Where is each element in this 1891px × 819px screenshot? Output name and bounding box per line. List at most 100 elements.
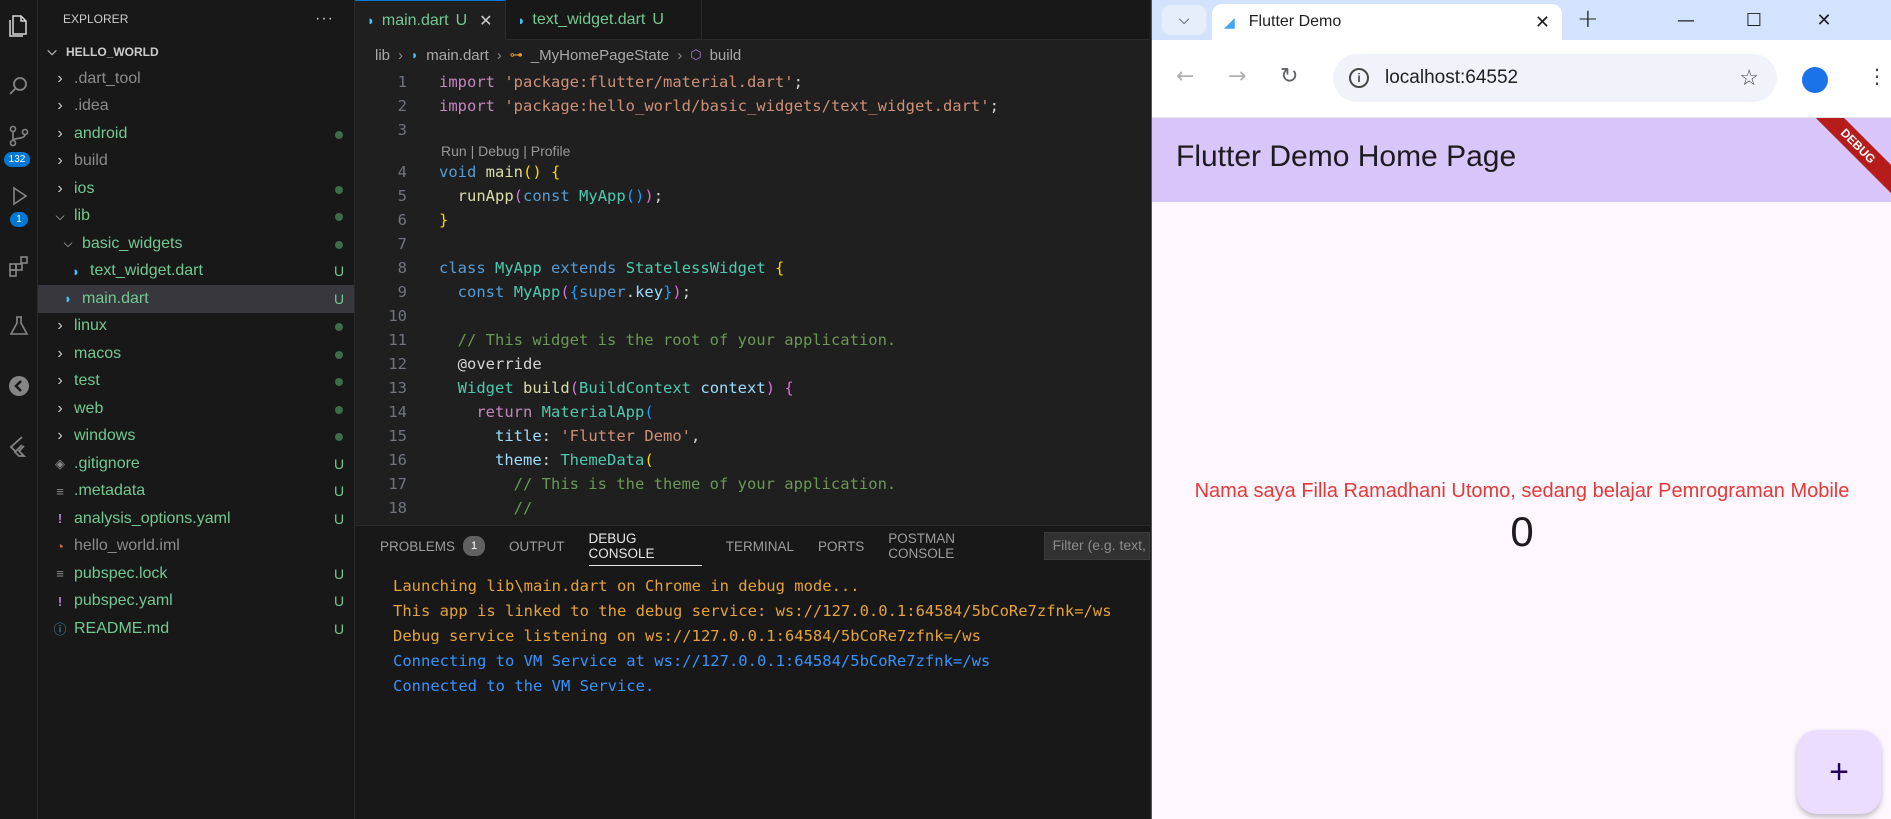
flutter-app-body: Nama saya Filla Ramadhani Utomo, sedang … (1152, 202, 1891, 819)
back-arrow-icon[interactable]: ← (1176, 64, 1194, 89)
tab-main-dart[interactable]: ◗ main.dart U ✕ (355, 0, 506, 40)
tab-output[interactable]: OUTPUT (509, 526, 565, 566)
tab-search-chevron-icon[interactable]: ⌵ (1162, 5, 1206, 35)
tree-file[interactable]: ◔ hello_world.iml (38, 533, 354, 561)
tree-item-label: analysis_options.yaml (74, 509, 231, 527)
tree-folder[interactable]: › web (38, 395, 354, 423)
tree-folder[interactable]: › .idea (38, 93, 354, 121)
tree-folder[interactable]: › test (38, 368, 354, 396)
tree-file[interactable]: ≡ pubspec.lock U (38, 560, 354, 588)
tree-folder[interactable]: › build (38, 148, 354, 176)
tree-folder[interactable]: ⌵ basic_widgets (38, 230, 354, 258)
chevron-right-icon: › (57, 372, 63, 390)
workspace-root-label: HELLO_WORLD (66, 44, 159, 59)
tab-ports[interactable]: PORTS (818, 526, 864, 566)
git-status-badge: U (333, 510, 345, 527)
tree-file[interactable]: ⓘ README.md U (38, 615, 354, 643)
flutter-favicon-icon: ◢ (1224, 13, 1235, 30)
address-url: localhost:64552 (1385, 67, 1519, 88)
minimize-icon[interactable]: — (1652, 0, 1720, 40)
editor-tabs: ◗ main.dart U ✕ ◗ text_widget.dart U ✕ (355, 0, 1150, 40)
profile-avatar-icon[interactable] (1802, 67, 1828, 93)
status-dot-icon (335, 433, 343, 442)
tree-file[interactable]: ◈ .gitignore U (38, 450, 354, 478)
tree-file[interactable]: ≡ .metadata U (38, 478, 354, 506)
maximize-icon[interactable]: ☐ (1720, 0, 1788, 40)
code-editor[interactable]: 1 import 'package:flutter/material.dart';… (355, 70, 1150, 520)
tree-item-label: web (74, 399, 104, 417)
site-info-icon[interactable]: i (1349, 68, 1369, 88)
chevron-right-icon: › (57, 344, 63, 362)
chevron-right-icon: › (57, 97, 63, 115)
source-control-icon[interactable] (0, 116, 38, 156)
browser-menu-kebab-icon[interactable]: ⋮ (1867, 64, 1887, 88)
breadcrumb-item[interactable]: main.dart (426, 47, 489, 64)
reload-icon[interactable]: ↻ (1280, 64, 1298, 89)
tree-folder[interactable]: › windows (38, 423, 354, 451)
browser-tab-title: Flutter Demo (1248, 13, 1342, 30)
tab-text-widget-dart[interactable]: ◗ text_widget.dart U ✕ (506, 0, 703, 40)
increment-fab-button[interactable]: + (1797, 730, 1881, 814)
workspace-root[interactable]: ⌵ HELLO_WORLD (38, 38, 354, 65)
address-bar[interactable]: i localhost:64552 ☆ (1333, 54, 1777, 102)
tree-item-label: android (74, 124, 128, 142)
close-tab-icon[interactable]: ✕ (479, 11, 492, 31)
tab-label: text_widget.dart (532, 11, 646, 28)
tab-postman-console[interactable]: POSTMAN CONSOLE (888, 526, 1019, 566)
tree-file[interactable]: ◗ main.dart U (38, 285, 354, 313)
extensions-icon[interactable] (0, 246, 38, 286)
tree-file[interactable]: ◗ text_widget.dart U (38, 258, 354, 286)
testing-flask-icon[interactable] (0, 306, 38, 346)
new-tab-plus-icon[interactable]: + (1577, 4, 1599, 34)
tree-file[interactable]: ! analysis_options.yaml U (38, 505, 354, 533)
tab-modified-badge: U (455, 11, 468, 29)
status-dot-icon (335, 240, 343, 249)
breadcrumb-item[interactable]: build (710, 47, 742, 64)
tab-terminal[interactable]: TERMINAL (726, 526, 794, 566)
tab-problems[interactable]: PROBLEMS 1 (380, 526, 486, 566)
tree-folder[interactable]: › macos (38, 340, 354, 368)
search-icon[interactable] (0, 66, 38, 106)
tab-label: OUTPUT (509, 538, 565, 554)
tree-item-label: windows (74, 427, 136, 445)
tree-folder[interactable]: › .dart_tool (38, 65, 354, 93)
close-window-icon[interactable]: ✕ (1790, 0, 1858, 40)
console-filter-input[interactable]: Filter (e.g. text, !exclude) (1043, 532, 1151, 560)
status-dot-icon (335, 185, 343, 194)
tree-folder[interactable]: › linux (38, 313, 354, 341)
flutter-icon[interactable] (0, 426, 38, 466)
git-status-badge: U (333, 565, 345, 582)
tab-debug-console[interactable]: DEBUG CONSOLE (588, 526, 702, 566)
git-status-badge: U (333, 455, 345, 472)
tab-label: main.dart (381, 11, 449, 29)
tree-item-label: hello_world.iml (74, 537, 180, 555)
tab-label: POSTMAN CONSOLE (888, 531, 956, 561)
tree-item-label: linux (74, 317, 107, 335)
tree-item-label: .idea (74, 97, 109, 115)
tree-folder[interactable]: › android (38, 120, 354, 148)
close-tab-icon[interactable]: ✕ (1535, 12, 1550, 33)
tree-file[interactable]: ! pubspec.yaml U (38, 588, 354, 616)
explorer-files-icon[interactable] (0, 6, 38, 46)
run-debug-icon[interactable] (0, 176, 38, 216)
bookmark-star-icon[interactable]: ☆ (1739, 65, 1759, 91)
tree-item-label: lib (74, 207, 91, 225)
tree-folder[interactable]: ⌵ lib (38, 203, 354, 231)
git-status-dot (324, 318, 354, 334)
breadcrumb-item[interactable]: lib (375, 47, 390, 64)
forward-arrow-icon[interactable]: → (1228, 64, 1246, 89)
codelens-run-debug[interactable]: Run | Debug | Profile (355, 142, 1150, 160)
browser-tab[interactable]: ◢ Flutter Demo ✕ (1212, 4, 1562, 40)
tree-folder[interactable]: › ios (38, 175, 354, 203)
dart-file-icon: ◗ (517, 12, 526, 28)
remote-explorer-icon[interactable] (0, 366, 38, 406)
breadcrumb-item[interactable]: _MyHomePageState (531, 47, 669, 64)
intro-text: Nama saya Filla Ramadhani Utomo, sedang … (1194, 480, 1850, 502)
git-status-badge: U (333, 593, 345, 610)
more-actions-icon[interactable]: ··· (315, 10, 334, 28)
scm-count-badge: 132 (4, 152, 30, 167)
chevron-right-icon: › (57, 179, 63, 197)
chevron-down-icon: ⌵ (55, 208, 65, 223)
tree-item-label: test (74, 372, 100, 390)
tab-label: PROBLEMS (380, 538, 456, 554)
